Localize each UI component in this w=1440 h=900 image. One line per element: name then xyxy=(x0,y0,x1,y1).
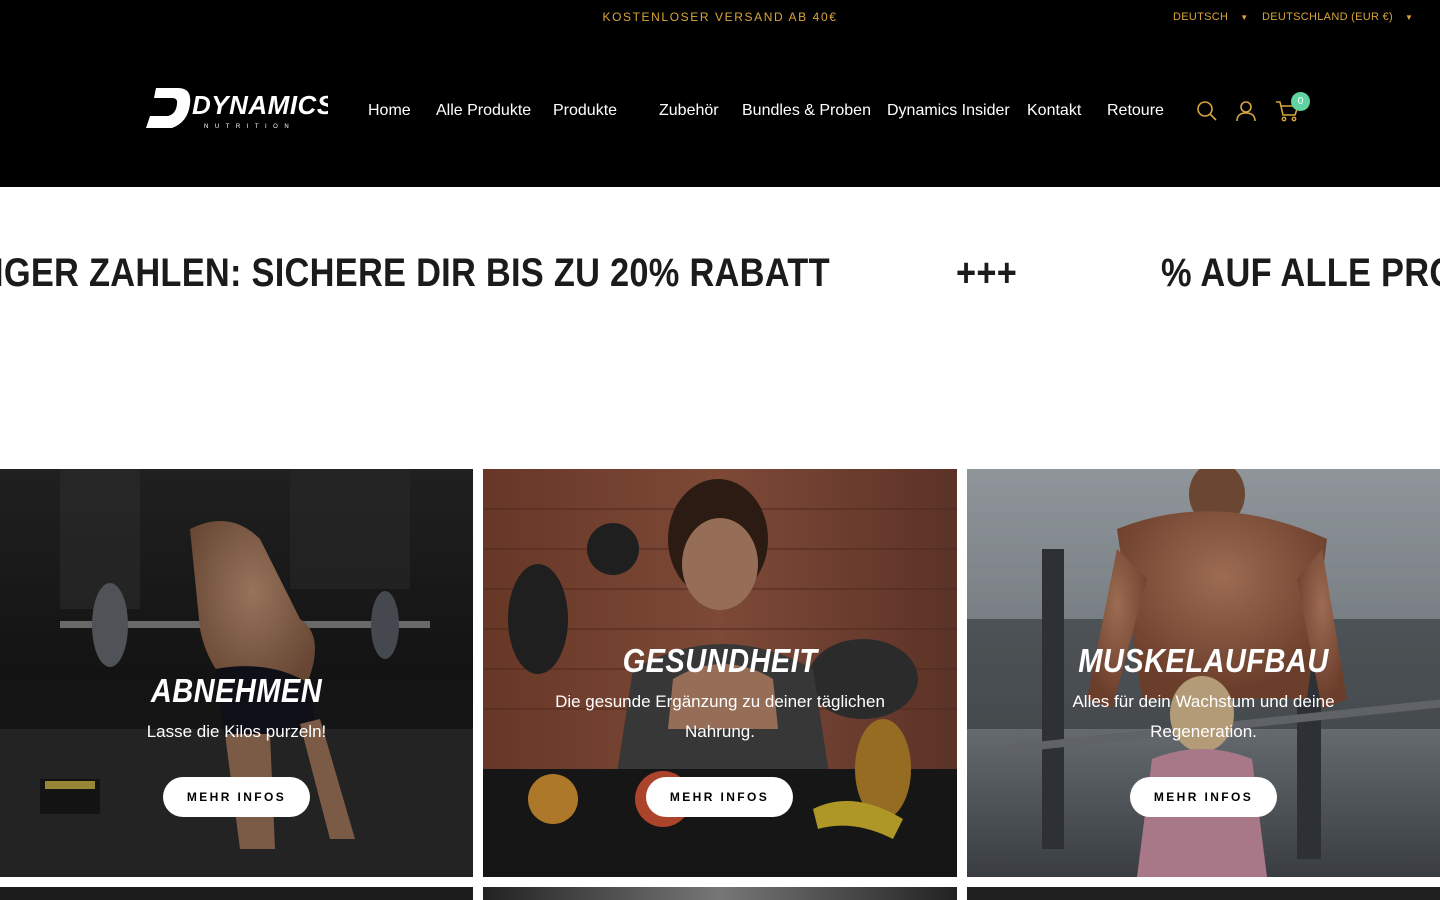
tile-subtitle: Lasse die Kilos purzeln! xyxy=(146,722,327,741)
more-info-button[interactable]: MEHR INFOS xyxy=(1130,777,1277,817)
tile-subtitle: Die gesunde Ergänzung zu deiner tägliche… xyxy=(555,692,885,741)
more-info-button[interactable]: MEHR INFOS xyxy=(646,777,793,817)
marquee-segment: % AUF ALLE PRO xyxy=(1161,251,1440,295)
nav-bundles[interactable]: Bundles & Proben xyxy=(742,102,871,120)
marquee-segment: IGER ZAHLEN: SICHERE DIR BIS ZU 20% RABA… xyxy=(0,251,830,295)
chevron-down-icon: ▼ xyxy=(1405,12,1414,22)
country-label: DEUTSCHLAND (EUR €) xyxy=(1262,11,1393,23)
category-tile-partial[interactable] xyxy=(483,887,957,900)
tile-title: MUSKELAUFBAU xyxy=(1078,642,1329,679)
cart-count-badge: 0 xyxy=(1291,92,1310,111)
tile-title: ABNEHMEN xyxy=(150,672,323,709)
nav-home[interactable]: Home xyxy=(368,102,411,120)
logo-wordmark: DYNAMICS xyxy=(192,90,328,120)
category-tile-muskelaufbau[interactable]: MUSKELAUFBAU Alles für dein Wachstum und… xyxy=(967,469,1440,877)
category-tile-partial[interactable] xyxy=(967,887,1440,900)
nav-contact[interactable]: Kontakt xyxy=(1027,102,1081,120)
category-tile-gesundheit[interactable]: GESUNDHEIT Die gesunde Ergänzung zu dein… xyxy=(483,469,957,877)
language-label: DEUTSCH xyxy=(1173,11,1229,23)
dynamics-logo[interactable]: DYNAMICS NUTRITION xyxy=(144,84,328,134)
search-icon[interactable] xyxy=(1196,100,1218,122)
account-icon[interactable] xyxy=(1235,100,1257,122)
marquee-separator: +++ xyxy=(956,251,1018,295)
tile-subtitle: Alles für dein Wachstum und deine Regene… xyxy=(1072,692,1335,741)
site-header: DYNAMICS NUTRITION Home Alle Produkte Pr… xyxy=(0,34,1440,187)
language-selector[interactable]: DEUTSCH ▼ xyxy=(1173,11,1249,23)
nav-returns[interactable]: Retoure xyxy=(1107,102,1164,120)
nav-insider[interactable]: Dynamics Insider xyxy=(887,102,1010,120)
nav-products[interactable]: Produkte xyxy=(553,102,617,120)
more-info-button[interactable]: MEHR INFOS xyxy=(163,777,310,817)
country-selector[interactable]: DEUTSCHLAND (EUR €) ▼ xyxy=(1262,11,1413,23)
logo-subtext: NUTRITION xyxy=(204,124,295,130)
promo-marquee: IGER ZAHLEN: SICHERE DIR BIS ZU 20% RABA… xyxy=(0,187,1440,469)
chevron-down-icon: ▼ xyxy=(1240,12,1249,22)
nav-accessories[interactable]: Zubehör xyxy=(659,102,719,120)
tile-title: GESUNDHEIT xyxy=(622,642,818,679)
nav-all-products[interactable]: Alle Produkte xyxy=(436,102,531,120)
announcement-bar: KOSTENLOSER VERSAND AB 40€ DEUTSCH ▼ DEU… xyxy=(0,0,1440,34)
category-tile-abnehmen[interactable]: ABNEHMEN Lasse die Kilos purzeln! MEHR I… xyxy=(0,469,473,877)
category-tile-partial[interactable] xyxy=(0,887,473,900)
